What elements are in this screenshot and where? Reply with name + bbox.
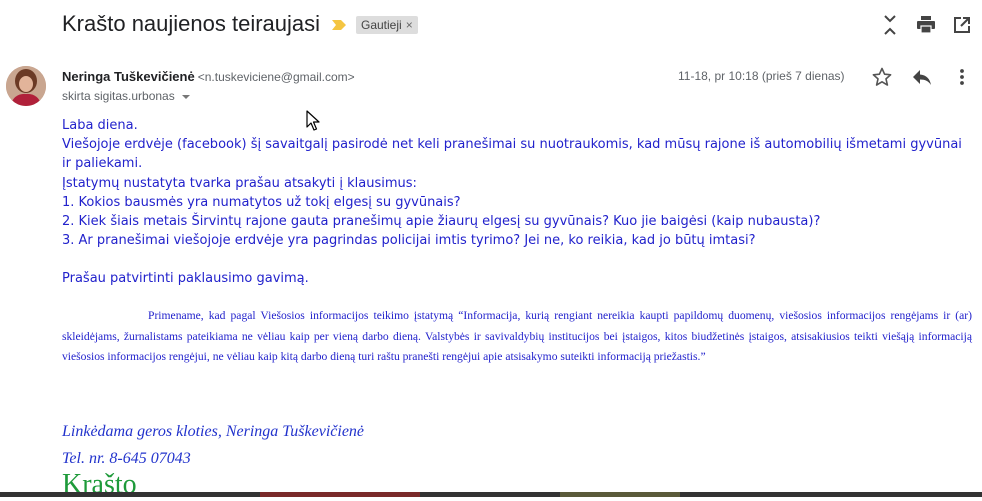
avatar-photo xyxy=(6,66,46,106)
remove-label-icon[interactable]: × xyxy=(406,18,413,32)
bottom-image-strip xyxy=(0,492,982,497)
message-body: Laba diena. Viešojoje erdvėje (facebook)… xyxy=(62,116,972,289)
sender-line: Neringa Tuškevičienė <n.tuskeviciene@gmai… xyxy=(62,69,355,84)
recipient-line[interactable]: skirta sigitas.urbonas xyxy=(62,89,190,103)
body-request: Įstatymų nustatyta tvarka prašau atsakyt… xyxy=(62,175,417,191)
sender-email[interactable]: <n.tuskeviciene@gmail.com> xyxy=(198,70,355,84)
sender-name[interactable]: Neringa Tuškevičienė xyxy=(62,69,195,84)
signature-phone: Tel. nr. 8-645 07043 xyxy=(62,450,191,467)
body-paragraph: Viešojoje erdvėje (facebook) šį savaitga… xyxy=(62,137,962,172)
body-greeting: Laba diena. xyxy=(62,118,138,133)
body-question-2: 2. Kiek šiais metais Širvintų rajone gau… xyxy=(62,214,821,230)
recipient-text: skirta sigitas.urbonas xyxy=(62,89,175,103)
subject-header: Krašto naujienos teiraujasi Gautieji × xyxy=(0,0,982,50)
label-chip-text: Gautieji xyxy=(361,18,402,32)
reply-icon[interactable] xyxy=(911,68,933,86)
expand-all-icon[interactable] xyxy=(880,14,900,36)
more-vert-icon[interactable] xyxy=(956,68,968,86)
body-question-1: 1. Kokios bausmės yra numatytos už tokį … xyxy=(62,194,461,210)
strip-segment xyxy=(560,492,680,497)
legal-quote: Primename, kad pagal Viešosios informaci… xyxy=(62,309,972,364)
message-date: 11-18, pr 10:18 (prieš 7 dienas) xyxy=(678,69,845,83)
strip-segment xyxy=(260,492,420,497)
label-chip-inbox[interactable]: Gautieji × xyxy=(356,16,418,34)
print-icon[interactable] xyxy=(916,16,936,34)
cursor-icon xyxy=(306,110,320,131)
sender-avatar[interactable] xyxy=(6,66,46,106)
body-confirm-request: Prašau patvirtinti paklausimo gavimą. xyxy=(62,271,309,287)
recipient-details-caret-icon[interactable] xyxy=(181,94,190,99)
body-question-3: 3. Ar pranešimai viešojoje erdvėje yra p… xyxy=(62,233,756,249)
importance-marker-icon[interactable] xyxy=(331,19,347,31)
open-in-new-window-icon[interactable] xyxy=(953,16,971,34)
email-subject: Krašto naujienos teiraujasi xyxy=(62,11,321,36)
star-icon[interactable] xyxy=(872,67,892,87)
signature-wish: Linkėdama geros kloties, Neringa Tuškevi… xyxy=(62,423,365,440)
